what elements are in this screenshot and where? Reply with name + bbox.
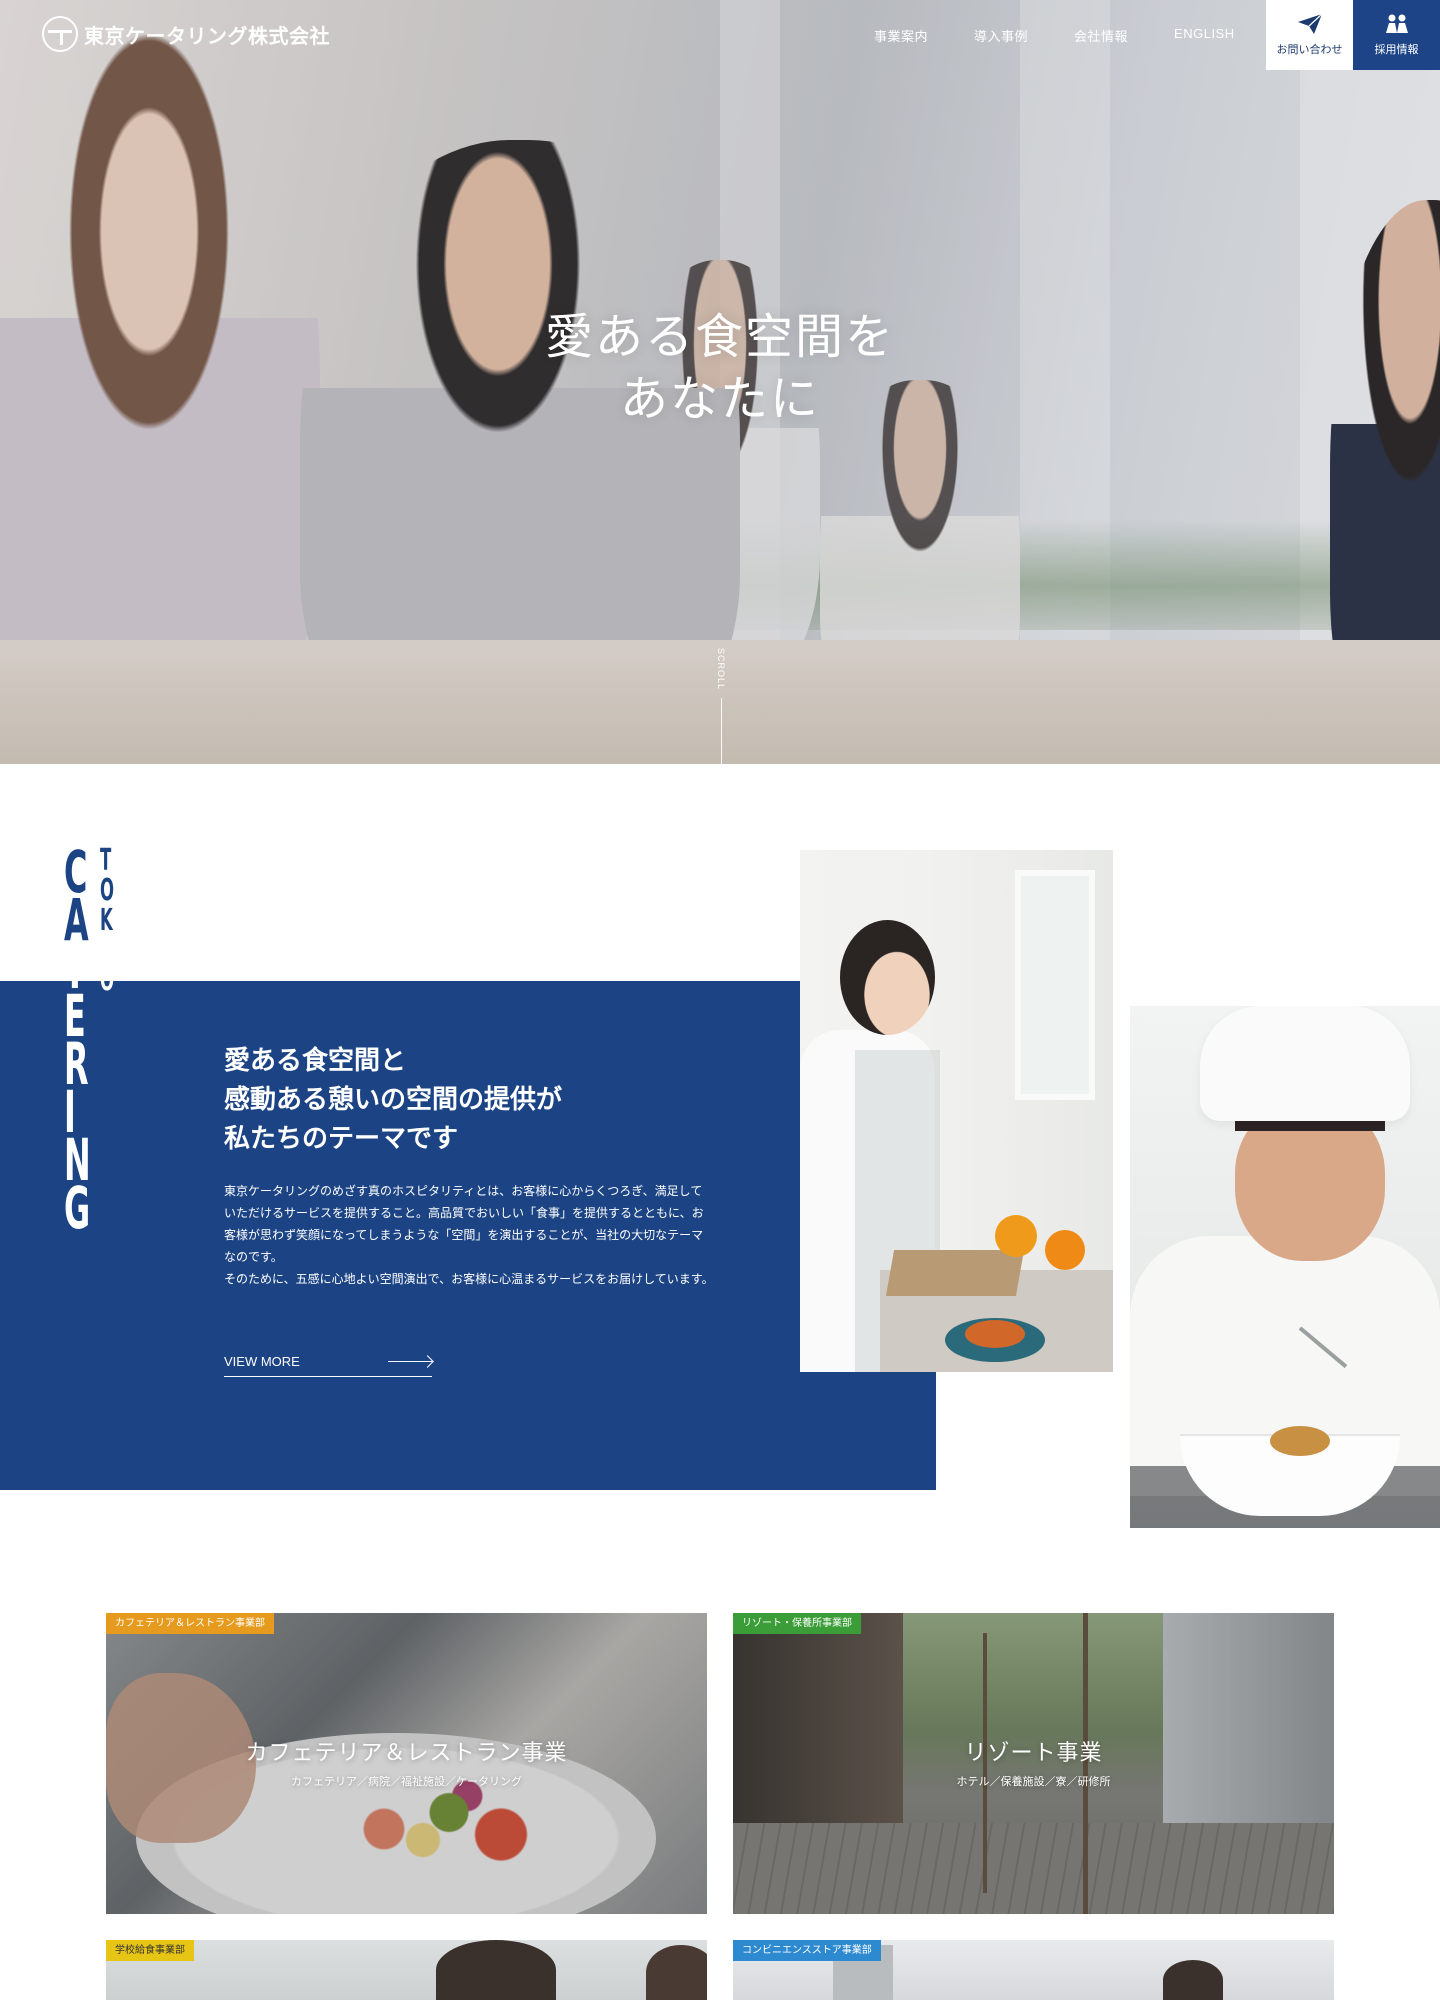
- business-card-resort[interactable]: リゾート・保養所事業部 リゾート事業 ホテル／保養施設／寮／研修所: [733, 1613, 1334, 1914]
- photo-orange: [1045, 1230, 1085, 1270]
- about-paragraph: そのために、五感に心地よい空間演出で、お客様に心温まるサービスをお届けしています…: [224, 1272, 714, 1286]
- photo-chef-hat: [1200, 1006, 1410, 1121]
- about-heading-line: 私たちのテーマです: [224, 1124, 459, 1154]
- arrow-right-icon: [388, 1356, 432, 1366]
- global-nav: 事業案内 導入事例 会社情報 ENGLISH: [874, 26, 1235, 45]
- photo-pasta: [965, 1320, 1025, 1348]
- business-card-school-lunch[interactable]: 学校給食事業部: [106, 1940, 707, 2000]
- view-more-link[interactable]: VIEW MORE: [224, 1346, 432, 1377]
- hero-catchcopy-line: あなたに: [619, 371, 820, 427]
- nav-item-cases[interactable]: 導入事例: [974, 26, 1028, 45]
- site-logo[interactable]: 東京ケータリング株式会社: [42, 16, 330, 52]
- vertical-tokyo-text: T O K Y O: [100, 846, 126, 996]
- photo-orange: [995, 1215, 1037, 1257]
- nav-item-company[interactable]: 会社情報: [1074, 26, 1128, 45]
- about-body: 東京ケータリングのめざす真のホスピタリティとは、お客様に心からくつろぎ、満足して…: [224, 1180, 714, 1290]
- hero-catchcopy-line: 愛ある食空間を: [544, 309, 895, 365]
- hero-section: 愛ある食空間を あなたに SCROLL: [0, 0, 1440, 764]
- nav-item-english[interactable]: ENGLISH: [1174, 26, 1235, 45]
- hero-catchcopy: 愛ある食空間を あなたに: [520, 306, 920, 430]
- business-tag: リゾート・保養所事業部: [733, 1613, 861, 1634]
- vertical-letter: T: [100, 843, 112, 878]
- vertical-letter: K: [100, 903, 113, 938]
- paper-plane-icon: [1297, 13, 1322, 34]
- recruit-button[interactable]: 採用情報: [1353, 0, 1440, 70]
- business-title: リゾート事業: [964, 1741, 1103, 1766]
- about-heading-line: 愛ある食空間と: [224, 1046, 407, 1076]
- contact-label: お問い合わせ: [1276, 44, 1343, 56]
- business-card-convenience-store[interactable]: コンビニエンスストア事業部: [733, 1940, 1334, 2000]
- vertical-letter: O: [100, 963, 115, 998]
- card-person: [1163, 1960, 1223, 2000]
- about-heading: 愛ある食空間と 感動ある憩いの空間の提供が 私たちのテーマです: [224, 1042, 562, 1159]
- card-child: [646, 1945, 707, 2000]
- scroll-indicator[interactable]: SCROLL: [716, 648, 728, 764]
- view-more-label: VIEW MORE: [224, 1353, 300, 1369]
- vertical-letter: G: [64, 1174, 91, 1242]
- about-heading-line: 感動ある憩いの空間の提供が: [224, 1085, 563, 1115]
- photo-chef-plating: [1130, 1006, 1440, 1528]
- business-title: カフェテリア＆レストラン事業: [245, 1741, 568, 1766]
- photo-cook-head: [840, 920, 935, 1035]
- contact-button[interactable]: お問い合わせ: [1266, 0, 1353, 70]
- photo-window: [1015, 870, 1095, 1100]
- nav-item-business[interactable]: 事業案内: [874, 26, 928, 45]
- business-subtitle: カフェテリア／病院／福祉施設／ケータリング: [291, 1776, 522, 1788]
- photo-food: [1270, 1426, 1330, 1456]
- logo-mark-icon: [42, 16, 78, 52]
- business-subtitle: ホテル／保養施設／寮／研修所: [956, 1776, 1111, 1788]
- people-icon: [1385, 14, 1408, 33]
- about-paragraph: 東京ケータリングのめざす真のホスピタリティとは、お客様に心からくつろぎ、満足して…: [224, 1184, 704, 1264]
- card-child: [436, 1940, 556, 2000]
- business-tag: カフェテリア＆レストラン事業部: [106, 1613, 274, 1634]
- scroll-line: [721, 698, 722, 764]
- vertical-letter: O: [100, 873, 115, 908]
- business-card-cafeteria[interactable]: カフェテリア＆レストラン事業部 カフェテリア＆レストラン事業 カフェテリア／病院…: [106, 1613, 707, 1914]
- photo-cutting-board: [885, 1250, 1025, 1296]
- photo-woman-cooking: [800, 850, 1113, 1372]
- recruit-label: 採用情報: [1374, 44, 1419, 56]
- vertical-letter: Y: [100, 933, 112, 968]
- scroll-label: SCROLL: [716, 648, 726, 691]
- business-tag: コンビニエンスストア事業部: [733, 1940, 881, 1961]
- logo-text: 東京ケータリング株式会社: [84, 25, 330, 48]
- business-tag: 学校給食事業部: [106, 1940, 194, 1961]
